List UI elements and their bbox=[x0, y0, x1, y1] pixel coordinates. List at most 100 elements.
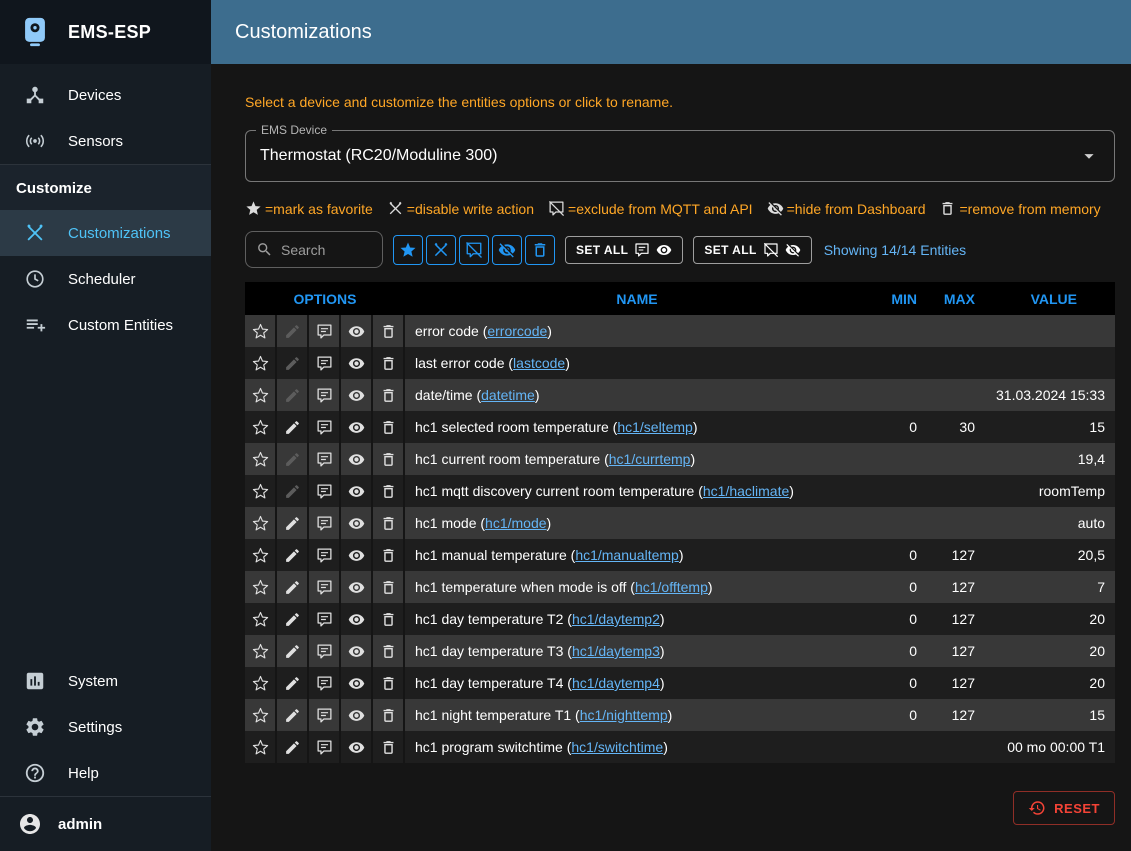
favorite-star-icon-button[interactable] bbox=[245, 507, 277, 539]
favorite-star-icon-button[interactable] bbox=[245, 731, 277, 763]
delete-trash-icon-button[interactable] bbox=[373, 635, 405, 667]
edit-pencil-icon-button[interactable] bbox=[277, 379, 309, 411]
visibility-eye-icon-button[interactable] bbox=[341, 667, 373, 699]
favorite-star-icon-button[interactable] bbox=[245, 603, 277, 635]
entity-shortname-link[interactable]: hc1/mode bbox=[485, 515, 546, 531]
entity-name[interactable]: hc1 selected room temperature (hc1/selte… bbox=[405, 411, 869, 443]
mqtt-exclude-icon-button[interactable] bbox=[309, 539, 341, 571]
filter-mqtt-exclude-button[interactable] bbox=[459, 235, 489, 265]
edit-pencil-icon-button[interactable] bbox=[277, 699, 309, 731]
filter-remove-memory-button[interactable] bbox=[525, 235, 555, 265]
entity-name[interactable]: hc1 mode (hc1/mode) bbox=[405, 507, 869, 539]
entity-shortname-link[interactable]: lastcode bbox=[513, 355, 565, 371]
entity-name[interactable]: hc1 night temperature T1 (hc1/nighttemp) bbox=[405, 699, 869, 731]
mqtt-exclude-icon-button[interactable] bbox=[309, 347, 341, 379]
favorite-star-icon-button[interactable] bbox=[245, 571, 277, 603]
set-all-hidden-button[interactable]: SET ALL bbox=[693, 236, 811, 264]
visibility-eye-icon-button[interactable] bbox=[341, 315, 373, 347]
entity-shortname-link[interactable]: datetime bbox=[481, 387, 535, 403]
mqtt-exclude-icon-button[interactable] bbox=[309, 443, 341, 475]
filter-favorite-button[interactable] bbox=[393, 235, 423, 265]
favorite-star-icon-button[interactable] bbox=[245, 539, 277, 571]
edit-pencil-icon-button[interactable] bbox=[277, 411, 309, 443]
entity-name[interactable]: hc1 temperature when mode is off (hc1/of… bbox=[405, 571, 869, 603]
entity-row[interactable]: date/time (datetime) 31.03.2024 15:33 bbox=[245, 379, 1115, 411]
visibility-eye-icon-button[interactable] bbox=[341, 507, 373, 539]
edit-pencil-icon-button[interactable] bbox=[277, 571, 309, 603]
edit-pencil-icon-button[interactable] bbox=[277, 443, 309, 475]
entity-shortname-link[interactable]: hc1/daytemp3 bbox=[572, 643, 660, 659]
delete-trash-icon-button[interactable] bbox=[373, 699, 405, 731]
entity-row[interactable]: error code (errorcode) bbox=[245, 315, 1115, 347]
entity-name[interactable]: error code (errorcode) bbox=[405, 315, 869, 347]
entity-shortname-link[interactable]: hc1/nighttemp bbox=[580, 707, 668, 723]
edit-pencil-icon-button[interactable] bbox=[277, 347, 309, 379]
entity-shortname-link[interactable]: hc1/manualtemp bbox=[575, 547, 679, 563]
mqtt-exclude-icon-button[interactable] bbox=[309, 379, 341, 411]
mqtt-exclude-icon-button[interactable] bbox=[309, 667, 341, 699]
sidebar-user[interactable]: admin bbox=[0, 796, 211, 851]
entity-row[interactable]: hc1 manual temperature (hc1/manualtemp) … bbox=[245, 539, 1115, 571]
mqtt-exclude-icon-button[interactable] bbox=[309, 635, 341, 667]
favorite-star-icon-button[interactable] bbox=[245, 667, 277, 699]
visibility-eye-icon-button[interactable] bbox=[341, 379, 373, 411]
sidebar-item-help[interactable]: Help bbox=[0, 750, 211, 796]
entity-row[interactable]: hc1 night temperature T1 (hc1/nighttemp)… bbox=[245, 699, 1115, 731]
mqtt-exclude-icon-button[interactable] bbox=[309, 315, 341, 347]
mqtt-exclude-icon-button[interactable] bbox=[309, 603, 341, 635]
visibility-eye-icon-button[interactable] bbox=[341, 475, 373, 507]
entity-shortname-link[interactable]: hc1/seltemp bbox=[617, 419, 692, 435]
entity-name[interactable]: hc1 current room temperature (hc1/currte… bbox=[405, 443, 869, 475]
delete-trash-icon-button[interactable] bbox=[373, 507, 405, 539]
mqtt-exclude-icon-button[interactable] bbox=[309, 411, 341, 443]
edit-pencil-icon-button[interactable] bbox=[277, 731, 309, 763]
entity-name[interactable]: hc1 manual temperature (hc1/manualtemp) bbox=[405, 539, 869, 571]
entity-shortname-link[interactable]: hc1/haclimate bbox=[703, 483, 789, 499]
delete-trash-icon-button[interactable] bbox=[373, 571, 405, 603]
entity-name[interactable]: hc1 mqtt discovery current room temperat… bbox=[405, 475, 869, 507]
set-all-visible-button[interactable]: SET ALL bbox=[565, 236, 683, 264]
entity-row[interactable]: hc1 day temperature T2 (hc1/daytemp2) 0 … bbox=[245, 603, 1115, 635]
entity-shortname-link[interactable]: hc1/daytemp2 bbox=[572, 611, 660, 627]
delete-trash-icon-button[interactable] bbox=[373, 539, 405, 571]
sidebar-item-settings[interactable]: Settings bbox=[0, 704, 211, 750]
search-field[interactable] bbox=[245, 231, 383, 268]
visibility-eye-icon-button[interactable] bbox=[341, 699, 373, 731]
visibility-eye-icon-button[interactable] bbox=[341, 411, 373, 443]
delete-trash-icon-button[interactable] bbox=[373, 731, 405, 763]
delete-trash-icon-button[interactable] bbox=[373, 347, 405, 379]
sidebar-item-custom-entities[interactable]: Custom Entities bbox=[0, 302, 211, 348]
delete-trash-icon-button[interactable] bbox=[373, 667, 405, 699]
filter-disable-write-button[interactable] bbox=[426, 235, 456, 265]
delete-trash-icon-button[interactable] bbox=[373, 379, 405, 411]
visibility-eye-icon-button[interactable] bbox=[341, 603, 373, 635]
reset-button[interactable]: RESET bbox=[1013, 791, 1115, 825]
mqtt-exclude-icon-button[interactable] bbox=[309, 699, 341, 731]
entity-name[interactable]: hc1 day temperature T4 (hc1/daytemp4) bbox=[405, 667, 869, 699]
delete-trash-icon-button[interactable] bbox=[373, 411, 405, 443]
edit-pencil-icon-button[interactable] bbox=[277, 475, 309, 507]
mqtt-exclude-icon-button[interactable] bbox=[309, 507, 341, 539]
delete-trash-icon-button[interactable] bbox=[373, 603, 405, 635]
entity-shortname-link[interactable]: hc1/daytemp4 bbox=[572, 675, 660, 691]
visibility-eye-icon-button[interactable] bbox=[341, 571, 373, 603]
entity-row[interactable]: hc1 selected room temperature (hc1/selte… bbox=[245, 411, 1115, 443]
entity-row[interactable]: last error code (lastcode) bbox=[245, 347, 1115, 379]
entity-name[interactable]: hc1 day temperature T2 (hc1/daytemp2) bbox=[405, 603, 869, 635]
favorite-star-icon-button[interactable] bbox=[245, 379, 277, 411]
entity-shortname-link[interactable]: hc1/switchtime bbox=[571, 739, 663, 755]
entity-row[interactable]: hc1 day temperature T4 (hc1/daytemp4) 0 … bbox=[245, 667, 1115, 699]
mqtt-exclude-icon-button[interactable] bbox=[309, 571, 341, 603]
favorite-star-icon-button[interactable] bbox=[245, 315, 277, 347]
entity-shortname-link[interactable]: hc1/offtemp bbox=[635, 579, 708, 595]
entity-name[interactable]: hc1 day temperature T3 (hc1/daytemp3) bbox=[405, 635, 869, 667]
delete-trash-icon-button[interactable] bbox=[373, 443, 405, 475]
filter-hide-dashboard-button[interactable] bbox=[492, 235, 522, 265]
sidebar-item-scheduler[interactable]: Scheduler bbox=[0, 256, 211, 302]
entity-row[interactable]: hc1 program switchtime (hc1/switchtime) … bbox=[245, 731, 1115, 763]
favorite-star-icon-button[interactable] bbox=[245, 635, 277, 667]
visibility-eye-icon-button[interactable] bbox=[341, 443, 373, 475]
edit-pencil-icon-button[interactable] bbox=[277, 635, 309, 667]
entity-row[interactable]: hc1 current room temperature (hc1/currte… bbox=[245, 443, 1115, 475]
edit-pencil-icon-button[interactable] bbox=[277, 315, 309, 347]
